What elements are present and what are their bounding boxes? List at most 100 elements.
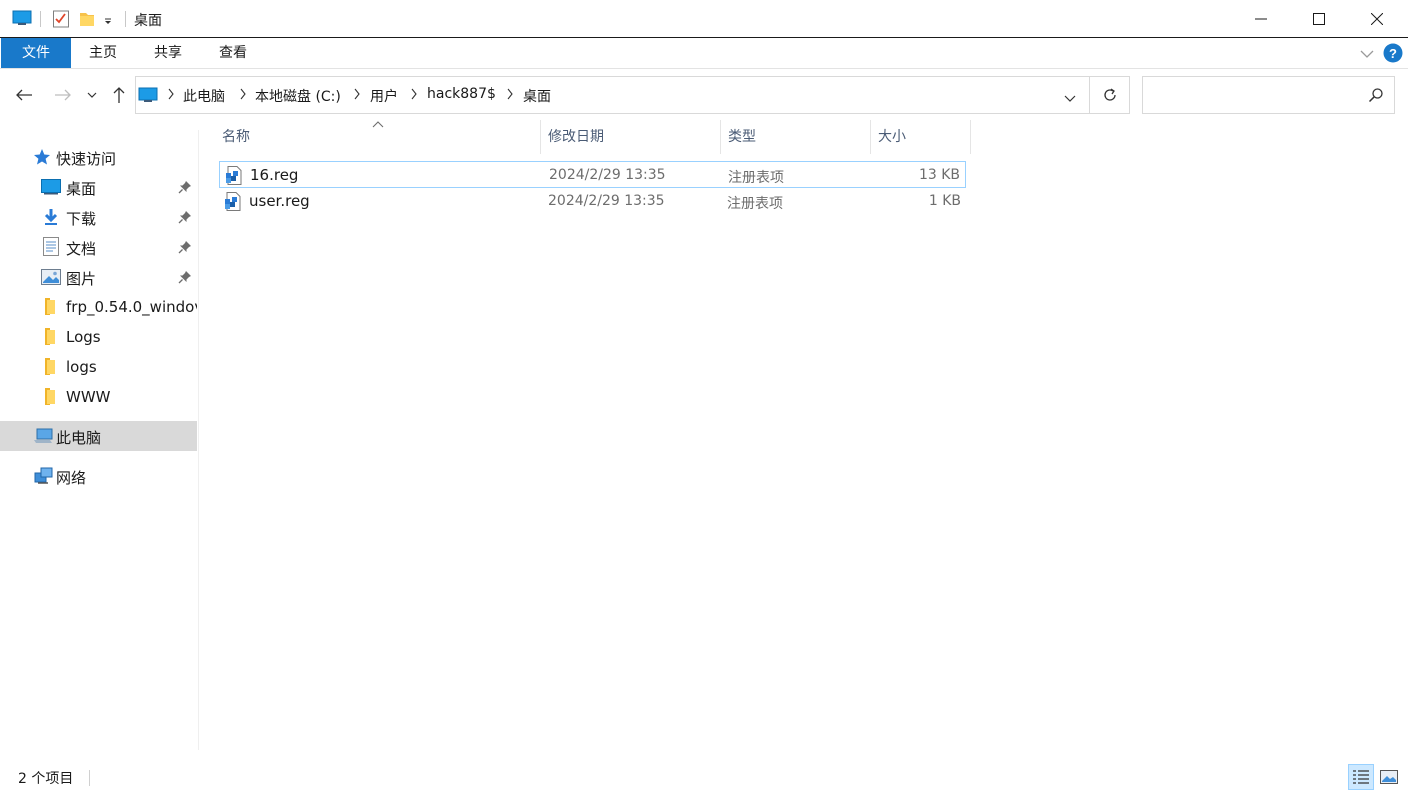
sidebar-item-downloads[interactable]: 下载 [0, 202, 197, 232]
sidebar-item-label: 此电脑 [56, 429, 102, 447]
arrow-left-icon [16, 89, 32, 101]
this-pc-icon [33, 427, 53, 449]
properties-icon[interactable] [52, 9, 70, 33]
file-name: 16.reg [250, 166, 299, 184]
file-name: user.reg [249, 192, 310, 210]
forward-button[interactable] [50, 80, 76, 110]
column-divider[interactable] [970, 120, 971, 154]
minimize-button[interactable] [1232, 0, 1290, 38]
folder-icon [43, 357, 57, 380]
arrow-up-icon [113, 87, 125, 103]
this-pc-icon [138, 86, 158, 108]
help-icon[interactable]: ? [1383, 43, 1403, 67]
divider [125, 11, 126, 27]
download-icon [43, 208, 59, 230]
sidebar-item-documents[interactable]: 文档 [0, 232, 197, 262]
minimize-icon [1255, 18, 1267, 20]
breadcrumb-local-disk[interactable]: 本地磁盘 (C:) [255, 86, 341, 106]
registry-file-icon [224, 192, 242, 215]
expand-ribbon-icon[interactable] [1360, 47, 1374, 63]
window-title: 桌面 [134, 13, 162, 29]
breadcrumb-desktop[interactable]: 桌面 [523, 86, 551, 106]
pin-icon[interactable] [178, 180, 192, 198]
sidebar-item-network[interactable]: 网络 [0, 461, 197, 491]
tab-view[interactable]: 查看 [208, 38, 258, 68]
back-button[interactable] [11, 80, 37, 110]
breadcrumb-this-pc[interactable]: 此电脑 [183, 86, 225, 106]
sidebar-item-frp-folder[interactable]: frp_0.54.0_windov [0, 292, 197, 322]
large-icons-view-button[interactable] [1376, 764, 1402, 790]
close-button[interactable] [1348, 0, 1406, 38]
file-row[interactable]: user.reg 2024/2/29 13:35 注册表项 1 KB [219, 188, 966, 215]
large-icons-view-icon [1380, 770, 1398, 784]
column-header-name[interactable]: 名称 [222, 120, 540, 154]
search-input[interactable] [1142, 76, 1395, 114]
sidebar-item-label: Logs [66, 328, 101, 346]
recent-locations-button[interactable] [82, 80, 102, 110]
divider [89, 770, 90, 786]
pin-icon[interactable] [178, 240, 192, 258]
arrow-right-icon [55, 89, 71, 101]
breadcrumb-user-folder[interactable]: hack887$ [427, 86, 496, 102]
navigation-pane: 快速访问 桌面 下载 文档 图片 frp_0.54.0_windov Logs … [0, 130, 199, 750]
pin-icon[interactable] [178, 270, 192, 288]
chevron-right-icon[interactable] [239, 88, 247, 104]
refresh-icon [1103, 88, 1116, 101]
file-row[interactable]: 16.reg 2024/2/29 13:35 注册表项 13 KB [219, 161, 966, 188]
folder-icon [43, 387, 57, 410]
tab-share[interactable]: 共享 [143, 38, 193, 68]
chevron-right-icon[interactable] [506, 88, 514, 104]
tab-file[interactable]: 文件 [1, 38, 71, 68]
search-icon [1368, 87, 1384, 107]
folder-icon [43, 327, 57, 350]
sidebar-item-pictures[interactable]: 图片 [0, 262, 197, 292]
address-history-chevron-icon[interactable] [1064, 91, 1076, 107]
chevron-right-icon[interactable] [353, 88, 361, 104]
sidebar-item-label: logs [66, 358, 97, 376]
network-icon [33, 466, 53, 489]
chevron-right-icon[interactable] [410, 88, 418, 104]
sidebar-item-logs-upper[interactable]: Logs [0, 322, 197, 352]
details-view-icon [1353, 770, 1369, 784]
sidebar-item-label: 桌面 [66, 180, 97, 198]
customize-toolbar-icon[interactable] [103, 14, 113, 30]
ribbon-tabs: 文件 主页 共享 查看 ? [0, 38, 1408, 69]
column-divider[interactable] [870, 120, 871, 154]
new-folder-icon[interactable] [78, 9, 96, 33]
address-bar[interactable]: 此电脑 本地磁盘 (C:) 用户 hack887$ 桌面 [135, 76, 1090, 114]
column-header-type[interactable]: 类型 [728, 120, 870, 154]
chevron-right-icon[interactable] [167, 88, 175, 104]
up-button[interactable] [106, 80, 132, 110]
pictures-icon [41, 269, 61, 289]
file-type: 注册表项 [728, 170, 784, 186]
column-header-date[interactable]: 修改日期 [548, 120, 720, 154]
close-icon [1371, 13, 1383, 25]
folder-icon [43, 297, 57, 320]
sidebar-item-label: 网络 [56, 469, 87, 487]
file-size: 13 KB [918, 167, 960, 183]
details-view-button[interactable] [1348, 764, 1374, 790]
sidebar-item-desktop[interactable]: 桌面 [0, 172, 197, 202]
registry-file-icon [225, 166, 243, 189]
column-divider[interactable] [540, 120, 541, 154]
chevron-down-icon [87, 92, 97, 98]
tab-home[interactable]: 主页 [78, 38, 128, 68]
sidebar-item-www[interactable]: WWW [0, 382, 197, 412]
title-bar: 桌面 [0, 0, 1408, 38]
column-header-size[interactable]: 大小 [878, 120, 970, 154]
sidebar-item-label: 下载 [66, 210, 97, 228]
sidebar-item-quick-access[interactable]: 快速访问 [0, 142, 197, 172]
file-date: 2024/2/29 13:35 [549, 167, 666, 183]
sidebar-item-this-pc[interactable]: 此电脑 [0, 421, 197, 451]
column-divider[interactable] [720, 120, 721, 154]
sidebar-item-label: 快速访问 [56, 150, 117, 168]
divider [40, 11, 41, 27]
svg-text:?: ? [1389, 46, 1397, 61]
sidebar-item-logs-lower[interactable]: logs [0, 352, 197, 382]
breadcrumb-users[interactable]: 用户 [370, 86, 398, 106]
maximize-icon [1313, 13, 1325, 25]
maximize-button[interactable] [1290, 0, 1348, 38]
pin-icon[interactable] [178, 210, 192, 228]
file-size: 1 KB [928, 193, 961, 209]
refresh-button[interactable] [1090, 76, 1130, 114]
